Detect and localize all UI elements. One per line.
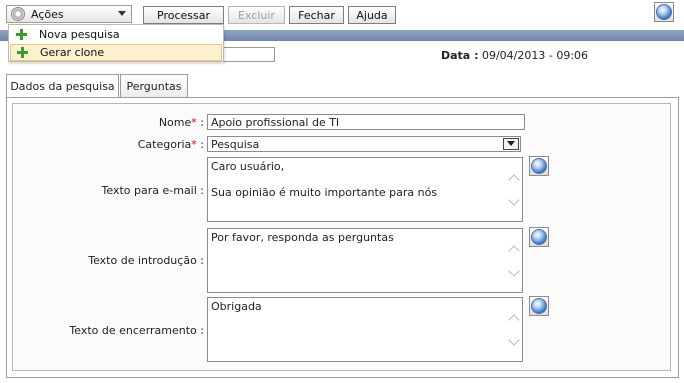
process-button[interactable]: Processar [143,6,224,24]
scroll-up-icon[interactable] [508,245,520,257]
actions-label: Ações [31,7,64,21]
help-globe-icon [656,4,672,20]
texto-intro-textarea[interactable]: Por favor, responda as perguntas [207,228,523,293]
scroll-up-icon[interactable] [508,314,520,326]
tab-perguntas[interactable]: Perguntas [120,74,188,97]
date-display: Data : 09/04/2013 - 09:06 [441,49,588,62]
textarea-line: Por favor, responda as perguntas [211,231,394,244]
menu-item-label: Nova pesquisa [39,28,120,41]
texto-intro-label: Texto de introdução : [88,254,204,267]
menu-item-label: Gerar clone [40,46,105,59]
textarea-line: Caro usuário, [211,160,285,173]
scroll-down-icon[interactable] [508,334,520,346]
texto-email-textarea[interactable]: Caro usuário, Sua opinião é muito import… [207,157,523,222]
help-globe-icon [531,158,547,174]
actions-dropdown[interactable]: Ações [6,5,132,23]
chevron-down-icon[interactable] [503,138,519,150]
textarea-line [211,173,519,186]
texto-encerramento-label: Texto de encerramento : [69,324,204,337]
scroll-down-icon[interactable] [508,265,520,277]
texto-encerramento-help-button[interactable] [529,296,549,316]
help-globe-icon [531,298,547,314]
plus-icon [16,29,27,40]
delete-button[interactable]: Excluir [228,6,285,24]
close-button[interactable]: Fechar [289,6,344,24]
textarea-line: Obrigada [211,300,262,313]
page-help-button[interactable] [654,2,674,22]
texto-encerramento-textarea[interactable]: Obrigada [207,297,523,362]
required-mark: * [191,116,197,129]
categoria-label-colon: : [200,138,204,151]
help-globe-icon [531,229,547,245]
categoria-label: Categoria* : [6,138,204,151]
help-button[interactable]: Ajuda [348,6,396,24]
nome-label: Nome* : [6,116,204,129]
required-mark: * [191,138,197,151]
plus-icon [17,47,28,58]
nome-input[interactable]: Apoio profissional de TI [207,114,525,130]
nome-label-text: Nome [158,116,192,129]
texto-intro-help-button[interactable] [529,227,549,247]
menu-item-nova-pesquisa[interactable]: Nova pesquisa [10,26,222,43]
categoria-value: Pesquisa [211,137,260,151]
menu-item-gerar-clone[interactable]: Gerar clone [10,44,222,61]
gear-icon [11,7,25,21]
date-value: 09/04/2013 - 09:06 [481,49,589,62]
categoria-label-text: Categoria [137,138,192,151]
textarea-line: Sua opinião é muito importante para nós [211,186,438,199]
nome-label-colon: : [200,116,204,129]
actions-menu: Nova pesquisa Gerar clone [8,24,224,62]
texto-email-help-button[interactable] [529,156,549,176]
categoria-select[interactable]: Pesquisa [207,136,521,152]
tab-dados-da-pesquisa[interactable]: Dados da pesquisa [6,74,119,98]
date-label: Data : [441,49,479,62]
chevron-down-icon [118,11,126,16]
texto-email-label: Texto para e-mail : [101,184,204,197]
